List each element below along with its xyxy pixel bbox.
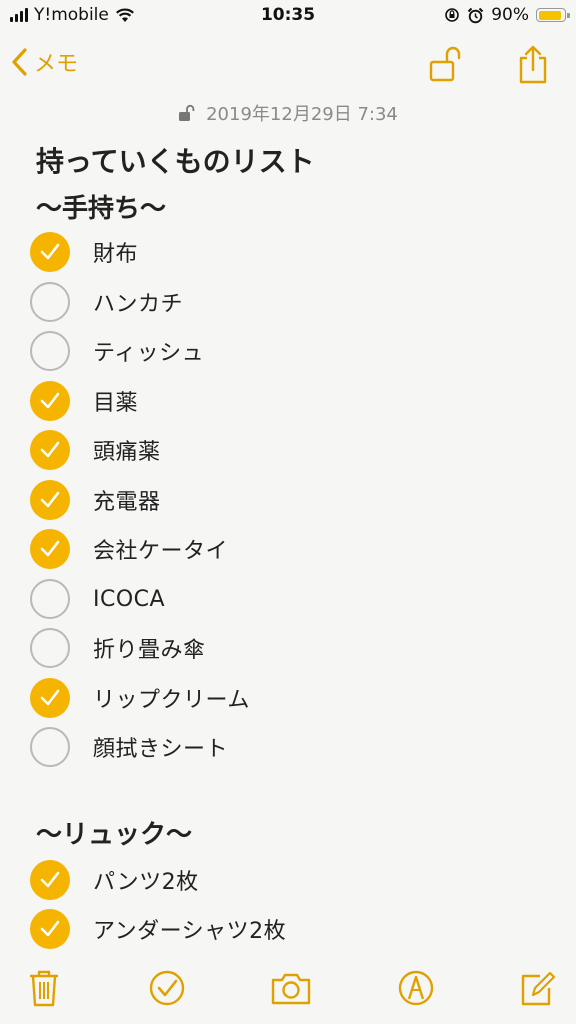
item-label: 会社ケータイ xyxy=(93,539,229,564)
checkbox[interactable] xyxy=(30,232,70,272)
checkbox[interactable] xyxy=(30,282,70,322)
checkmark-icon xyxy=(40,491,60,508)
markup-pen-icon xyxy=(398,970,434,1006)
item-label: アンダーシャツ2枚 xyxy=(93,919,287,944)
camera-button[interactable] xyxy=(270,968,312,1012)
item-label: ティッシュ xyxy=(93,341,205,366)
markup-button[interactable] xyxy=(396,968,436,1012)
battery-icon xyxy=(536,8,570,22)
lock-toggle-button[interactable] xyxy=(428,44,464,88)
item-label: パンツ2枚 xyxy=(93,870,199,895)
checkbox[interactable] xyxy=(30,331,70,371)
checklist-item[interactable]: ティッシュ xyxy=(30,328,204,374)
note-title[interactable]: 持っていくものリスト xyxy=(36,140,315,180)
back-label: メモ xyxy=(34,52,79,77)
unlocked-small-icon xyxy=(179,104,195,121)
camera-icon xyxy=(271,973,311,1005)
checkmark-icon xyxy=(40,441,60,458)
battery-fill xyxy=(538,10,561,20)
status-bar: Y!mobile 10:35 90% xyxy=(0,0,576,32)
checklist-item[interactable]: ICOCA xyxy=(30,576,165,622)
checklist-item[interactable]: 財布 xyxy=(30,229,138,275)
checklist-item[interactable]: 折り畳み傘 xyxy=(30,625,206,671)
back-button[interactable]: メモ xyxy=(10,46,78,78)
delete-button[interactable] xyxy=(27,968,61,1012)
checkbox[interactable] xyxy=(30,727,70,767)
note-date: 2019年12月29日 7:34 xyxy=(206,104,398,125)
orientation-lock-icon xyxy=(445,8,460,22)
item-label: ICOCA xyxy=(93,586,166,612)
item-label: 目薬 xyxy=(93,391,139,416)
checkbox[interactable] xyxy=(30,480,70,520)
battery-percent: 90% xyxy=(491,5,529,25)
back-chevron-icon xyxy=(12,48,27,76)
compose-icon xyxy=(521,971,556,1006)
checklist-item[interactable]: 充電器 xyxy=(30,477,161,523)
compose-button[interactable] xyxy=(518,968,556,1012)
checkmark-icon xyxy=(40,540,60,557)
item-label: 顔拭きシート xyxy=(93,737,229,762)
share-icon xyxy=(519,45,547,84)
alarm-icon xyxy=(467,7,484,23)
section-heading-backpack[interactable]: 〜リュック〜 xyxy=(36,814,192,851)
item-label: ハンカチ xyxy=(93,292,184,317)
checklist-item[interactable]: パンツ2枚 xyxy=(30,857,199,903)
item-label: 頭痛薬 xyxy=(93,440,161,465)
checkmark-icon xyxy=(40,243,60,260)
checklist-item[interactable]: ハンカチ xyxy=(30,279,183,325)
checkbox[interactable] xyxy=(30,678,70,718)
item-label: 充電器 xyxy=(93,490,161,515)
checkbox[interactable] xyxy=(30,628,70,668)
item-label: 折り畳み傘 xyxy=(93,638,206,663)
checklist-button[interactable] xyxy=(148,968,186,1012)
checklist-item[interactable]: リップクリーム xyxy=(30,675,250,721)
checklist-icon xyxy=(149,970,185,1006)
checkmark-icon xyxy=(40,689,60,706)
battery-cap xyxy=(567,12,570,18)
checkmark-icon xyxy=(40,871,60,888)
item-label: 財布 xyxy=(93,242,139,267)
checkbox[interactable] xyxy=(30,529,70,569)
status-right: 90% xyxy=(444,5,570,25)
checkbox[interactable] xyxy=(30,430,70,470)
share-button[interactable] xyxy=(515,44,551,88)
checkbox[interactable] xyxy=(30,579,70,619)
checklist-item[interactable]: 顔拭きシート xyxy=(30,724,228,770)
bottom-toolbar xyxy=(0,964,576,1014)
unlock-icon xyxy=(429,46,461,82)
checkmark-icon xyxy=(40,920,60,937)
checkmark-icon xyxy=(40,392,60,409)
checklist-item[interactable]: アンダーシャツ2枚 xyxy=(30,906,286,952)
item-label: リップクリーム xyxy=(93,688,250,713)
checklist-item[interactable]: 目薬 xyxy=(30,378,138,424)
navbar: メモ xyxy=(0,40,576,90)
section-heading-handheld[interactable]: 〜手持ち〜 xyxy=(36,188,166,225)
checklist-item[interactable]: 会社ケータイ xyxy=(30,526,228,572)
checkbox[interactable] xyxy=(30,381,70,421)
trash-icon xyxy=(30,970,58,1007)
note-timestamp: 2019年12月29日 7:34 xyxy=(0,100,576,126)
checkbox[interactable] xyxy=(30,909,70,949)
checkbox[interactable] xyxy=(30,860,70,900)
checklist-item[interactable]: 頭痛薬 xyxy=(30,427,161,473)
